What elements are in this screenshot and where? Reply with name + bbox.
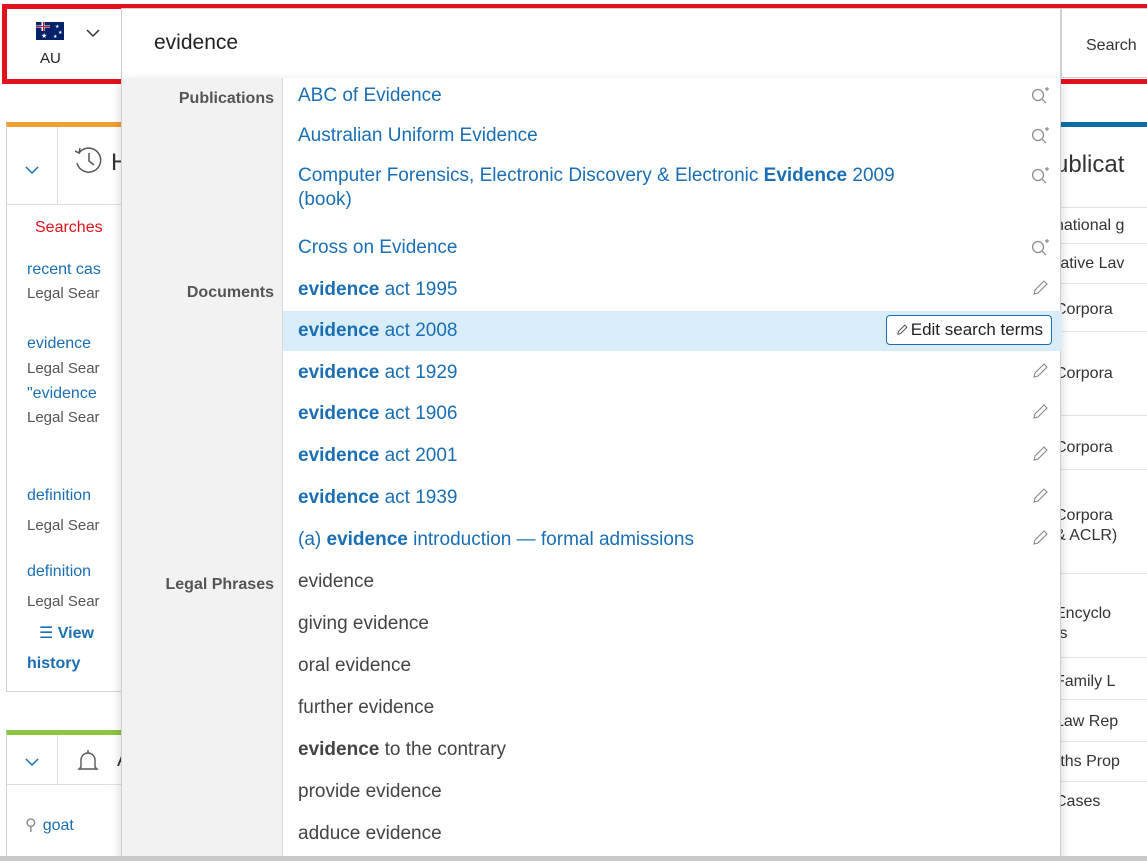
country-code: AU (40, 50, 61, 67)
publication-row[interactable]: Family L (1055, 657, 1147, 699)
history-item-source: Legal Sear (27, 360, 100, 377)
horizontal-scrollbar[interactable] (0, 856, 1147, 861)
history-item-link[interactable]: recent cas (27, 261, 123, 279)
history-clock-icon (74, 147, 102, 173)
suggestion-document-selected[interactable]: evidence act 2008 Edit search terms (283, 311, 1062, 351)
pencil-icon[interactable] (1030, 361, 1050, 381)
divider (57, 127, 58, 205)
alerts-panel-header: A (7, 735, 130, 785)
publication-row[interactable]: Corpora (1055, 283, 1147, 331)
publication-row[interactable]: Cases (1055, 781, 1147, 821)
australia-flag-icon: ★ ★ ★ ★ (36, 22, 64, 40)
publication-row[interactable]: Law Rep (1055, 699, 1147, 741)
category-documents: Documents (186, 284, 274, 301)
suggestion-phrase[interactable]: adduce evidence (283, 814, 1062, 854)
history-item-source: Legal Sear (27, 285, 100, 302)
suggestion-document[interactable]: evidence act 1929 (283, 353, 1062, 393)
publication-row[interactable]: national g (1055, 207, 1147, 243)
suggestion-document[interactable]: evidence act 1995 (283, 270, 1062, 310)
publication-row[interactable]: Corpora (1055, 331, 1147, 415)
search-within-icon[interactable] (1030, 86, 1050, 106)
search-within-icon[interactable] (1030, 126, 1050, 146)
suggestion-phrase[interactable]: oral evidence (283, 646, 1062, 686)
pencil-icon[interactable] (1030, 278, 1050, 298)
category-legal-phrases: Legal Phrases (165, 576, 275, 593)
pencil-icon[interactable] (1030, 486, 1050, 506)
pencil-icon[interactable] (1030, 528, 1050, 548)
suggestion-publication[interactable]: Australian Uniform Evidence (283, 118, 1062, 156)
category-publications: Publications (178, 90, 274, 107)
suggestion-publication[interactable]: ABC of Evidence (283, 78, 1062, 116)
suggestion-list: ABC of Evidence Australian Uniform Evide… (283, 78, 1062, 861)
search-input-value[interactable]: evidence (154, 31, 238, 55)
publication-row[interactable]: Corpora (1055, 415, 1147, 469)
suggestion-phrase[interactable]: evidence (283, 562, 1062, 602)
publication-row[interactable]: rths Prop (1055, 741, 1147, 781)
edit-search-terms-button[interactable]: Edit search terms (885, 315, 1052, 345)
history-item-link[interactable]: evidence (27, 335, 123, 353)
search-button[interactable]: Search (1061, 8, 1147, 78)
publications-panel: ublicat national g rative Lav Corpora Co… (1055, 122, 1147, 861)
alert-item[interactable]: ⚲ goat (25, 815, 74, 835)
alerts-panel: A ⚲goat (6, 730, 130, 861)
search-icon: ⚲ (25, 817, 37, 834)
autocomplete-dropdown: Publications Documents Legal Phrases ABC… (121, 78, 1062, 861)
chevron-down-icon[interactable] (23, 161, 41, 179)
search-within-icon[interactable] (1030, 238, 1050, 258)
search-header: ★ ★ ★ ★ AU evidence Search (0, 0, 1147, 88)
suggestion-document[interactable]: evidence act 1939 (283, 478, 1062, 518)
suggestion-publication[interactable]: Cross on Evidence (283, 230, 1062, 268)
pencil-icon[interactable] (1030, 402, 1050, 422)
history-panel-header: H (7, 127, 128, 205)
publication-row[interactable]: Encyclo ts (1055, 573, 1147, 657)
suggestion-document[interactable]: (a) evidence introduction — formal admis… (283, 520, 1062, 560)
publication-row[interactable]: rative Lav (1055, 243, 1147, 283)
suggestion-phrase[interactable]: provide evidence (283, 772, 1062, 812)
history-item-link[interactable]: "evidence (27, 385, 123, 403)
history-item-source: Legal Sear (27, 409, 100, 426)
country-selector[interactable]: ★ ★ ★ ★ AU (32, 16, 108, 76)
publications-heading: ublicat (1055, 151, 1125, 178)
history-item-link[interactable]: definition (27, 487, 123, 505)
history-item-source: Legal Sear (27, 593, 100, 610)
suggestion-phrase[interactable]: evidence to the contrary (283, 730, 1062, 770)
view-history-link[interactable]: ☰ View (39, 623, 94, 643)
history-item-source: Legal Sear (27, 517, 100, 534)
suggestion-phrase[interactable]: further evidence (283, 688, 1062, 728)
search-within-icon[interactable] (1030, 166, 1050, 186)
suggestion-publication[interactable]: Computer Forensics, Electronic Discovery… (283, 158, 1062, 232)
history-item-link[interactable]: definition (27, 563, 123, 581)
history-panel: H Searches recent cas Legal Sear evidenc… (6, 122, 128, 692)
bell-icon (77, 750, 99, 770)
tab-searches[interactable]: Searches (35, 219, 103, 237)
pencil-icon[interactable] (1030, 444, 1050, 464)
category-column: Publications Documents Legal Phrases (122, 78, 283, 861)
chevron-down-icon (86, 29, 100, 38)
publication-row[interactable]: Corpora & ACLR) (1055, 469, 1147, 573)
pencil-icon (896, 324, 908, 335)
suggestion-phrase[interactable]: giving evidence (283, 604, 1062, 644)
divider (57, 735, 58, 785)
list-icon: ☰ (39, 625, 54, 642)
suggestion-document[interactable]: evidence act 2001 (283, 436, 1062, 476)
view-label[interactable]: View (58, 625, 94, 642)
suggestion-document[interactable]: evidence act 1906 (283, 394, 1062, 434)
history-link[interactable]: history (27, 655, 80, 673)
search-input[interactable]: evidence (121, 8, 1061, 78)
chevron-down-icon[interactable] (23, 753, 41, 771)
